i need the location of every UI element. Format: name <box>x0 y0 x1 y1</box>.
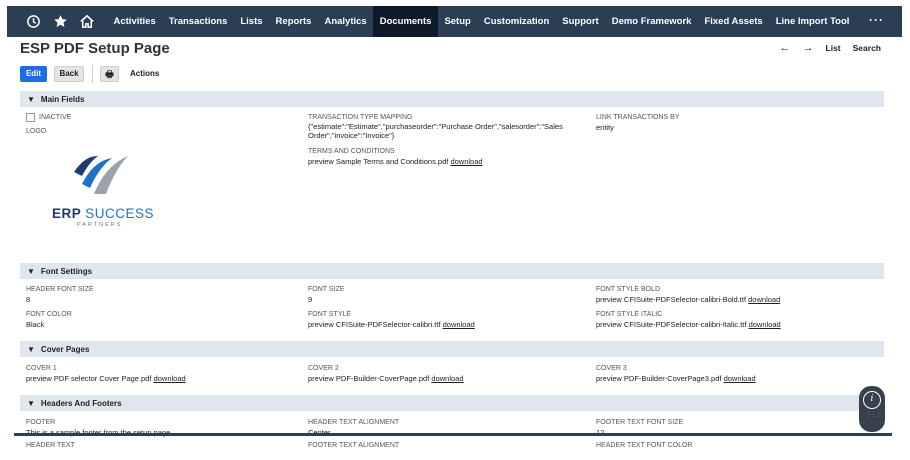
inactive-label: INACTIVE <box>39 114 72 121</box>
font-size-label: FONT SIZE <box>308 286 345 293</box>
toolbar-divider <box>92 65 93 83</box>
search-link[interactable]: Search <box>853 43 881 53</box>
nav-lists[interactable]: Lists <box>234 6 269 37</box>
logo-image <box>74 156 128 194</box>
font-italic-label: FONT STYLE ITALIC <box>596 311 663 318</box>
footer-label: FOOTER <box>26 419 56 426</box>
header-text-label: HEADER TEXT <box>26 442 75 449</box>
mapping-value: {"estimate":"Estimate","purchaseorder":"… <box>308 122 563 140</box>
font-style-download-link[interactable]: download <box>443 320 475 329</box>
font-color-label: FONT COLOR <box>26 311 72 318</box>
mapping-label: TRANSACTION TYPE MAPPING <box>308 114 413 121</box>
list-link[interactable]: List <box>826 43 841 53</box>
logo-wordmark: ERP SUCCESS <box>52 206 155 221</box>
nav-documents[interactable]: Documents <box>373 6 438 37</box>
nav-customization[interactable]: Customization <box>477 6 555 37</box>
cover1-label: COVER 1 <box>26 365 57 372</box>
font-bold-value: preview CFISuite-PDFSelector-calibri-Bol… <box>596 295 781 304</box>
nav-line-import-tool[interactable]: Line Import Tool <box>769 6 856 37</box>
more-menu-icon[interactable]: ··· <box>869 6 884 34</box>
print-button[interactable]: 🖶 <box>100 66 119 82</box>
nav-analytics[interactable]: Analytics <box>318 6 373 37</box>
page-title: ESP PDF Setup Page <box>20 40 170 57</box>
font-bold-download-link[interactable]: download <box>748 295 780 304</box>
section-cover-pages[interactable]: ▼ Cover Pages <box>20 341 884 357</box>
terms-value: preview Sample Terms and Conditions.pdf … <box>308 157 483 166</box>
keypad-icon: ⋮⋮⋮ <box>866 412 881 418</box>
forward-arrow-icon[interactable]: → <box>803 42 814 54</box>
font-size-value: 9 <box>308 295 313 304</box>
top-nav-bar: Activities Transactions Lists Reports An… <box>7 6 902 37</box>
section-font-settings[interactable]: ▼ Font Settings <box>20 263 884 279</box>
link-label: LINK TRANSACTIONS BY <box>596 114 680 121</box>
star-icon[interactable] <box>48 6 72 37</box>
cover1-download-link[interactable]: download <box>154 374 186 383</box>
footer-text-alignment-label: FOOTER TEXT ALIGNMENT <box>308 442 400 449</box>
header-font-color-label: HEADER TEXT FONT COLOR <box>596 442 693 449</box>
link-value: entity <box>596 123 614 132</box>
logo-label: LOGO <box>26 128 47 135</box>
font-style-value: preview CFISuite-PDFSelector-calibri.ttf… <box>308 320 475 329</box>
record-navigation: ← → List Search <box>780 42 881 54</box>
section-headers-footers[interactable]: ▼ Headers And Footers <box>20 395 884 411</box>
font-style-label: FONT STYLE <box>308 311 352 318</box>
window-bottom-edge <box>14 433 892 436</box>
cover3-label: COVER 3 <box>596 365 627 372</box>
cover2-value: preview PDF-Builder-CoverPage.pdf downlo… <box>308 374 464 383</box>
header-font-size-label: HEADER FONT SIZE <box>26 286 94 293</box>
chevron-down-icon: ▼ <box>27 398 35 408</box>
logo-subtitle: PARTNERS <box>77 222 123 228</box>
home-icon[interactable] <box>75 6 99 37</box>
chevron-down-icon: ▼ <box>27 266 35 276</box>
terms-label: TERMS AND CONDITIONS <box>308 148 395 155</box>
cover2-download-link[interactable]: download <box>431 374 463 383</box>
printer-icon: 🖶 <box>105 69 114 79</box>
section-title: Headers And Footers <box>40 398 122 408</box>
font-italic-value: preview CFISuite-PDFSelector-calibri-Ita… <box>596 320 781 329</box>
nav-demo-framework[interactable]: Demo Framework <box>605 6 698 37</box>
cover2-label: COVER 2 <box>308 365 339 372</box>
cover3-download-link[interactable]: download <box>724 374 756 383</box>
nav-setup[interactable]: Setup <box>438 6 477 37</box>
inactive-checkbox[interactable] <box>26 113 35 122</box>
nav-activities[interactable]: Activities <box>107 6 162 37</box>
help-widget[interactable]: i ⋮⋮⋮ <box>859 386 885 432</box>
section-title: Cover Pages <box>40 344 90 354</box>
font-color-value: Black <box>26 320 45 329</box>
nav-fixed-assets[interactable]: Fixed Assets <box>698 6 769 37</box>
cover1-value: preview PDF selector Cover Page.pdf down… <box>26 374 186 383</box>
nav-reports[interactable]: Reports <box>269 6 318 37</box>
back-arrow-icon[interactable]: ← <box>780 42 791 54</box>
section-main-fields[interactable]: ▼ Main Fields <box>20 91 884 107</box>
nav-transactions[interactable]: Transactions <box>162 6 234 37</box>
header-text-alignment-label: HEADER TEXT ALIGNMENT <box>308 419 400 426</box>
font-italic-download-link[interactable]: download <box>749 320 781 329</box>
chevron-down-icon: ▼ <box>27 344 35 354</box>
section-title: Font Settings <box>40 266 93 276</box>
footer-font-size-label: FOOTER TEXT FONT SIZE <box>596 419 684 426</box>
section-title: Main Fields <box>40 94 85 104</box>
edit-button[interactable]: Edit <box>20 66 47 82</box>
back-button[interactable]: Back <box>54 66 84 82</box>
header-font-size-value: 8 <box>26 295 31 304</box>
terms-download-link[interactable]: download <box>450 157 482 166</box>
nav-support[interactable]: Support <box>556 6 605 37</box>
actions-menu[interactable]: Actions <box>130 69 159 78</box>
history-icon[interactable] <box>21 6 45 37</box>
info-icon: i <box>863 391 881 409</box>
cover3-value: preview PDF-Builder-CoverPage3.pdf downl… <box>596 374 756 383</box>
font-bold-label: FONT STYLE BOLD <box>596 286 661 293</box>
chevron-down-icon: ▼ <box>27 94 35 104</box>
